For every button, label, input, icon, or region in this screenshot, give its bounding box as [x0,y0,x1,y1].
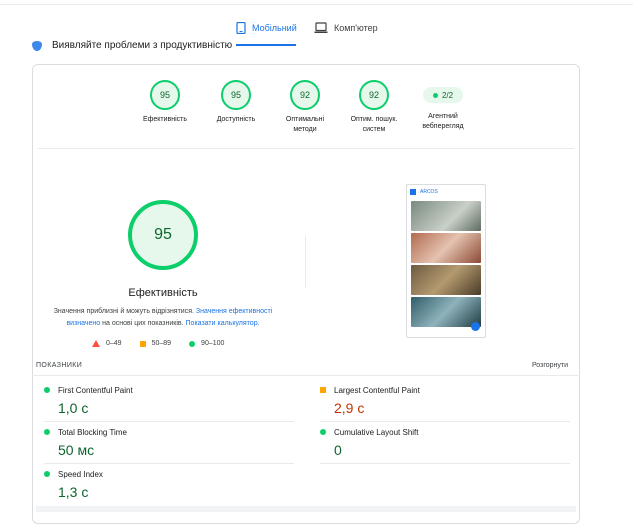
gauge-performance[interactable]: 95 Ефективність [130,80,200,125]
average-square-icon [139,340,146,347]
diagnose-heading: Виявляйте проблеми з продуктивністю [32,40,232,51]
laptop-icon [314,22,328,33]
legend-fail: 0–49 [92,340,122,347]
gauge-best-practices-score: 92 [290,80,320,110]
gauge-seo-score: 92 [359,80,389,110]
pass-circle-icon [44,387,50,393]
metric-cls: Cumulative Layout Shift 0 [320,422,570,464]
agentic-browsing-badge: 2/2 [423,87,463,103]
metric-cls-value: 0 [334,442,342,458]
smartphone-icon [236,22,246,34]
screenshot-image-knives [411,201,481,231]
gauge-best-practices-label-line2: методи [293,126,317,133]
note-prefix: Значення приблизні й можуть відрізнятися… [53,308,196,315]
screenshot-image-kitchen [411,265,481,295]
screenshot-image-banner [411,297,481,327]
gauge-accessibility[interactable]: 95 Доступність [201,80,271,125]
metric-tbt-value: 50 мс [58,442,95,458]
pass-circle-icon [44,471,50,477]
legend-pass: 90–100 [189,340,224,347]
gauge-seo-label: Оптим. пошук. систем [339,115,409,135]
pass-circle-icon [189,340,196,347]
metric-cls-name: Cumulative Layout Shift [334,428,419,437]
tab-mobile-label: Мобільний [252,23,297,33]
metric-lcp: Largest Contentful Paint 2,9 с [320,380,570,422]
fail-triangle-icon [92,340,100,347]
pass-dot-icon [432,92,438,98]
metric-fcp: First Contentful Paint 1,0 с [44,380,294,422]
gauge-seo[interactable]: 92 Оптим. пошук. систем [339,80,409,135]
expand-metrics-button[interactable]: Розгорнути [532,362,568,369]
gauge-agentic-browsing-label-line2: вебперегляд [422,123,464,130]
legend-fail-label: 0–49 [106,340,122,347]
section-divider [38,148,574,149]
screenshot-logo: ARCOS [420,189,438,195]
note-link-calculator[interactable]: Показати калькулятор. [186,320,260,327]
score-legend: 0–49 50–89 90–100 [92,340,224,347]
gauge-best-practices-label: Оптимальні методи [270,115,340,135]
legend-average-label: 50–89 [151,340,172,347]
metric-si-value: 1,3 с [58,484,89,500]
chat-bubble-icon [471,322,480,331]
agentic-browsing-score: 2/2 [441,90,454,100]
average-square-icon [320,387,326,393]
legend-average: 50–89 [139,340,172,347]
performance-title: Ефективність [128,287,198,299]
metric-fcp-name: First Contentful Paint [58,386,133,395]
metric-fcp-value: 1,0 с [58,400,89,416]
pass-circle-icon [320,429,326,435]
diagnose-title: Виявляйте проблеми з продуктивністю [52,40,233,51]
pass-circle-icon [44,429,50,435]
screenshot-header: ARCOS [407,185,485,199]
category-gauges: 95 Ефективність 95 Доступність 92 Оптима… [130,80,490,140]
metrics-header-title: ПОКАЗНИКИ [36,362,83,369]
gauge-seo-label-line1: Оптим. пошук. [350,116,398,123]
gauge-performance-score: 95 [150,80,180,110]
note-mid: на основі цих показників. [100,320,186,327]
page-screenshot: ARCOS [406,184,486,338]
active-tab-indicator [236,44,296,46]
diagnose-icon [32,40,42,51]
gauge-agentic-browsing-label: Агентний вебперегляд [408,112,478,132]
metric-si: Speed Index 1,3 с [44,464,294,506]
metric-tbt-name: Total Blocking Time [58,428,127,437]
gauge-agentic-browsing[interactable]: 2/2 Агентний вебперегляд [408,80,478,132]
gauge-accessibility-score: 95 [221,80,251,110]
gauge-agentic-browsing-label-line1: Агентний [428,113,458,120]
metric-tbt: Total Blocking Time 50 мс [44,422,294,464]
top-divider [0,4,633,5]
tab-mobile[interactable]: Мобільний [236,22,297,34]
tab-desktop-label: Комп'ютер [334,23,378,33]
metrics-header: ПОКАЗНИКИ Розгорнути [32,362,580,376]
performance-gauge-large: 95 [128,200,198,270]
vertical-divider [305,236,306,288]
gauge-seo-label-line2: систем [362,126,386,133]
gauge-accessibility-label: Доступність [216,116,256,123]
metric-lcp-name: Largest Contentful Paint [334,386,420,395]
metric-si-name: Speed Index [58,470,103,479]
gauge-best-practices-label-line1: Оптимальні [285,116,325,123]
legend-pass-label: 90–100 [201,340,225,347]
menu-icon [410,189,416,195]
metric-lcp-value: 2,9 с [334,400,365,416]
gauge-performance-label: Ефективність [142,116,188,123]
gauge-best-practices[interactable]: 92 Оптимальні методи [270,80,340,135]
performance-note: Значення приблизні й можуть відрізнятися… [48,306,278,330]
tab-desktop[interactable]: Комп'ютер [314,22,378,34]
screenshot-image-chef [411,233,481,263]
bottom-strip [36,506,576,512]
